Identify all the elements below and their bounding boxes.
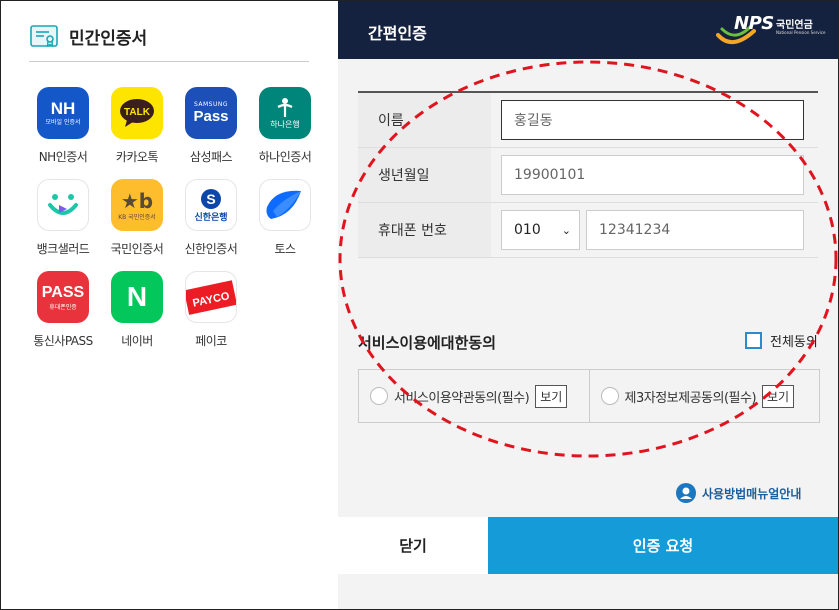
checkbox-icon: [745, 332, 762, 349]
private-cert-title: 민간인증서: [69, 28, 148, 49]
agree-item-third-party: 제3자정보제공동의(필수) 보기: [588, 370, 820, 422]
agree-item-terms: 서비스이용약관동의(필수) 보기: [359, 370, 589, 422]
nps-logo-en: National Pension Service: [776, 30, 826, 35]
nps-logo-kr: 국민연금: [776, 20, 813, 31]
third-party-radio[interactable]: [600, 387, 619, 405]
cert-app-toss[interactable]: 토스: [248, 179, 322, 257]
cert-app-kakaotalk[interactable]: TALK 카카오톡: [100, 87, 174, 165]
cert-app-label: 카카오톡: [115, 150, 159, 164]
cert-app-label: 국민인증서: [110, 242, 164, 256]
auth-request-button[interactable]: 인증 요청: [488, 517, 838, 574]
close-button[interactable]: 닫기: [338, 517, 488, 574]
cert-app-label: 통신사PASS: [33, 334, 93, 348]
samsung-pass-icon: SAMSUNG Pass: [185, 87, 237, 139]
divider: [29, 61, 309, 62]
cert-app-banksalad[interactable]: 뱅크샐러드: [26, 179, 100, 257]
terms-radio[interactable]: [370, 387, 388, 405]
shinhan-icon: S 신한은행: [185, 179, 237, 231]
birth-label: 생년월일: [358, 148, 491, 202]
cert-app-pass[interactable]: PASS 휴대폰인증 통신사PASS: [26, 271, 100, 349]
name-row: 이름 홍길동: [358, 93, 818, 148]
agree-section-title: 서비스이용에대한동의: [358, 334, 497, 352]
payco-icon: PAYCO: [185, 271, 237, 323]
svg-text:S: S: [206, 191, 215, 207]
name-input[interactable]: 홍길동: [501, 100, 804, 140]
private-cert-panel: 민간인증서 NH 모바일 인증서 NH인증서 TALK 카카오톡 SAMSUNG…: [1, 1, 338, 609]
cert-app-label: 네이버: [121, 334, 153, 348]
kb-icon: ★b KB 국민인증서: [111, 179, 163, 231]
terms-label: 서비스이용약관동의(필수): [394, 390, 530, 406]
phone-prefix-select[interactable]: 010 ⌄: [501, 210, 580, 250]
cert-app-shinhan[interactable]: S 신한은행 신한인증서: [174, 179, 248, 257]
cert-app-label: 토스: [274, 242, 296, 256]
svg-text:TALK: TALK: [124, 107, 151, 118]
nps-logo-text: NPS: [734, 13, 774, 34]
nh-icon: NH 모바일 인증서: [37, 87, 89, 139]
chevron-down-icon: ⌄: [561, 223, 571, 237]
manual-link-label: 사용방법매뉴얼안내: [702, 486, 802, 501]
cert-app-label: 뱅크샐러드: [36, 242, 90, 256]
phone-number-input[interactable]: 12341234: [586, 210, 804, 250]
user-icon: [676, 483, 696, 503]
cert-app-samsung-pass[interactable]: SAMSUNG Pass 삼성패스: [174, 87, 248, 165]
terms-view-button[interactable]: 보기: [535, 384, 568, 408]
cert-app-label: 페이코: [195, 334, 227, 348]
cert-app-payco[interactable]: PAYCO 페이코: [174, 271, 248, 349]
nps-logo: NPS 국민연금 National Pension Service: [716, 13, 826, 47]
agree-items: 서비스이용약관동의(필수) 보기 제3자정보제공동의(필수) 보기: [358, 369, 820, 423]
cert-app-hana[interactable]: 하나은행 하나인증서: [248, 87, 322, 165]
pass-icon: PASS 휴대폰인증: [37, 271, 89, 323]
cert-app-grid: NH 모바일 인증서 NH인증서 TALK 카카오톡 SAMSUNG Pass …: [26, 87, 326, 349]
birth-input[interactable]: 19900101: [501, 155, 804, 195]
banksalad-icon: [37, 179, 89, 231]
third-party-view-button[interactable]: 보기: [762, 384, 795, 408]
window-frame: 민간인증서 NH 모바일 인증서 NH인증서 TALK 카카오톡 SAMSUNG…: [0, 0, 839, 610]
private-cert-header: 민간인증서: [29, 21, 147, 51]
naver-icon: N: [111, 271, 163, 323]
cert-app-label: 신한인증서: [184, 242, 238, 256]
phone-row: 휴대폰 번호 010 ⌄ 12341234: [358, 203, 818, 258]
hana-icon: 하나은행: [259, 87, 311, 139]
simple-auth-title: 간편인증: [368, 24, 427, 43]
phone-label: 휴대폰 번호: [358, 203, 491, 257]
cert-app-nh[interactable]: NH 모바일 인증서 NH인증서: [26, 87, 100, 165]
kakaotalk-icon: TALK: [111, 87, 163, 139]
cert-app-label: 삼성패스: [189, 150, 233, 164]
cert-app-label: NH인증서: [38, 150, 88, 164]
manual-link[interactable]: 사용방법매뉴얼안내: [676, 483, 801, 503]
name-label: 이름: [358, 93, 491, 147]
cert-app-kb[interactable]: ★b KB 국민인증서 국민인증서: [100, 179, 174, 257]
birth-row: 생년월일 19900101: [358, 148, 818, 203]
cert-app-naver[interactable]: N 네이버: [100, 271, 174, 349]
agree-all-label: 전체동의: [770, 335, 818, 350]
cert-app-label: 하나인증서: [258, 150, 312, 164]
toss-icon: [259, 179, 311, 231]
simple-auth-panel: 간편인증 NPS 국민연금 National Pension Service 이…: [338, 1, 838, 609]
simple-auth-header: 간편인증 NPS 국민연금 National Pension Service: [338, 1, 838, 59]
agree-all-checkbox[interactable]: 전체동의: [745, 331, 818, 350]
certificate-icon: [30, 25, 58, 48]
third-party-label: 제3자정보제공동의(필수): [624, 390, 757, 406]
auth-form: 이름 홍길동 생년월일 19900101 휴대폰 번호 010 ⌄ 123412…: [358, 91, 818, 258]
